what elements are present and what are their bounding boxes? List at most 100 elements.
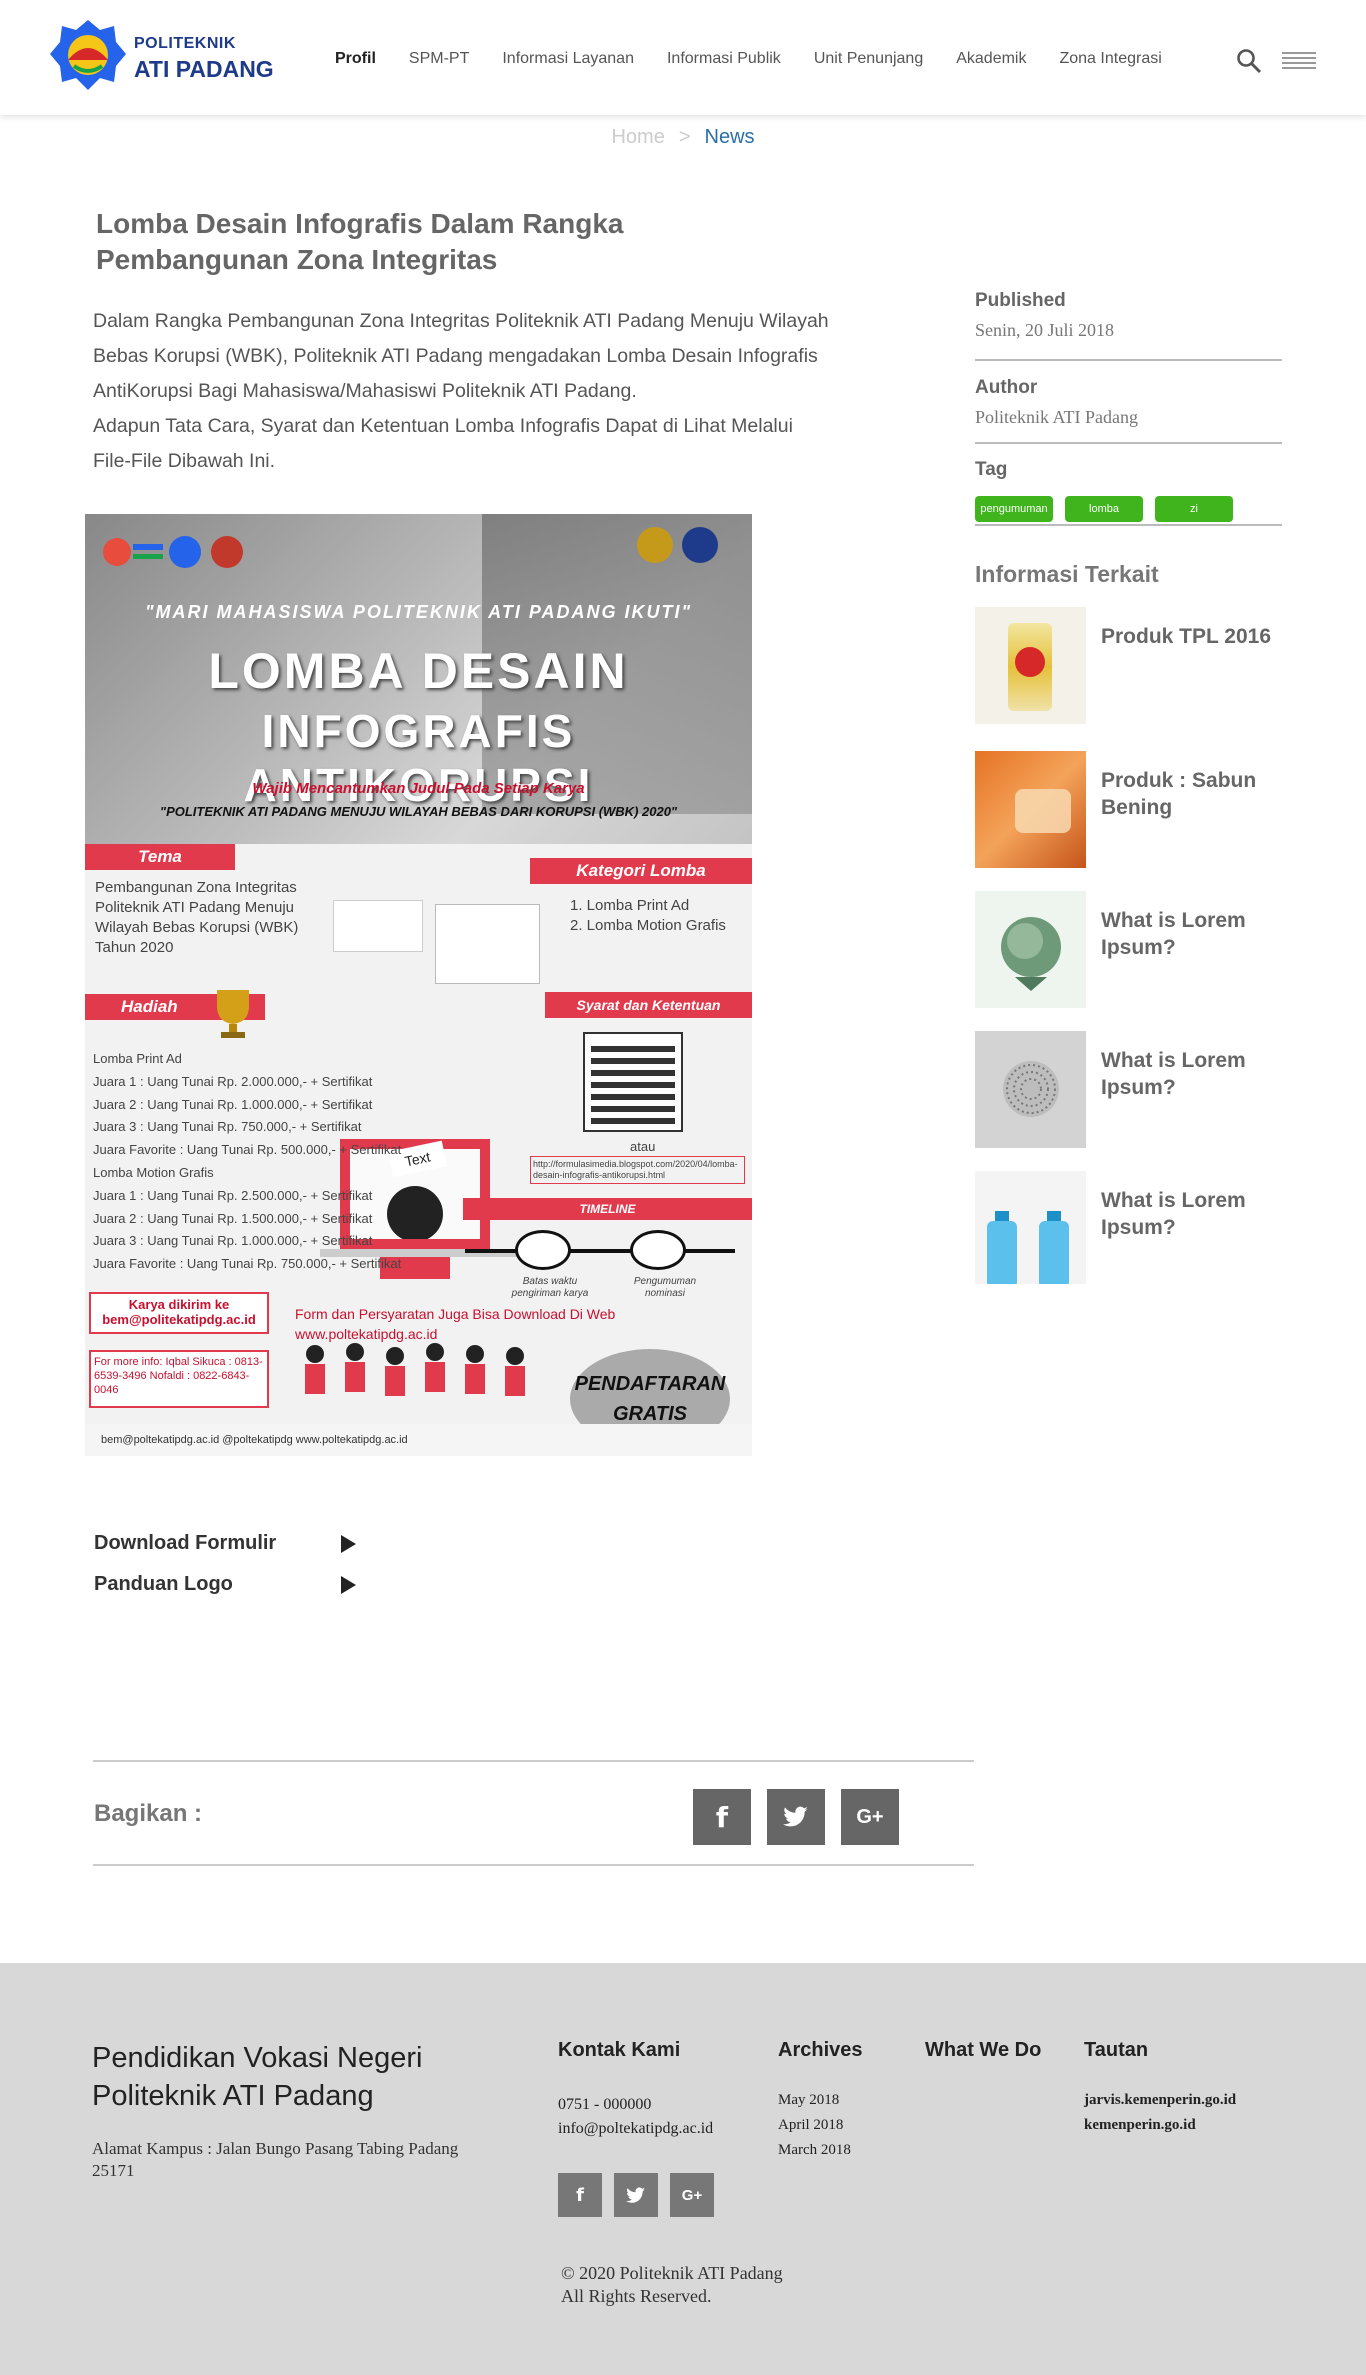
prize-line: Juara 3 : Uang Tunai Rp. 750.000,- + Ser… bbox=[93, 1119, 362, 1135]
logo-text[interactable]: POLITEKNIK ATI PADANG bbox=[134, 36, 274, 81]
facebook-share-button[interactable]: f bbox=[693, 1789, 751, 1845]
footer-facebook-button[interactable]: f bbox=[558, 2173, 602, 2217]
breadcrumb-separator: > bbox=[678, 126, 691, 148]
prize-line: Juara Favorite : Uang Tunai Rp. 750.000,… bbox=[93, 1256, 402, 1272]
timeline-marker bbox=[515, 1230, 571, 1270]
timeline-label-2: Pengumuman nominasi bbox=[633, 1276, 697, 1299]
prize-line: Juara 1 : Uang Tunai Rp. 2.500.000,- + S… bbox=[93, 1187, 373, 1203]
article-paragraph: Adapun Tata Cara, Syarat dan Ketentuan L… bbox=[93, 415, 793, 472]
related-item[interactable]: What is Lorem Ipsum? bbox=[975, 891, 1282, 1008]
related-item[interactable]: Produk TPL 2016 bbox=[975, 607, 1282, 724]
copyright-line2: All Rights Reserved. bbox=[561, 2286, 712, 2306]
related-item[interactable]: What is Lorem Ipsum? bbox=[975, 1171, 1282, 1284]
play-arrow-icon bbox=[341, 1576, 356, 1594]
panduan-logo-link[interactable]: Panduan Logo bbox=[94, 1573, 364, 1596]
prize-line: Juara 2 : Uang Tunai Rp. 1.500.000,- + S… bbox=[93, 1210, 373, 1226]
tag-label: Tag bbox=[975, 459, 1008, 480]
twitter-icon bbox=[783, 1806, 808, 1827]
related-thumb bbox=[975, 1171, 1086, 1284]
cabbage-icon bbox=[1001, 917, 1061, 991]
footer-phone: 0751 - 000000 bbox=[558, 2096, 652, 2113]
poster-link: http://formulasimedia.blogspot.com/2020/… bbox=[530, 1156, 745, 1184]
campus-logos-icon bbox=[637, 527, 718, 563]
site-footer: Pendidikan Vokasi Negeri Politeknik ATI … bbox=[0, 1963, 1366, 2375]
poster-syarat-ribbon: Syarat dan Ketentuan bbox=[545, 992, 752, 1018]
logo-icon[interactable] bbox=[48, 18, 128, 92]
play-arrow-icon bbox=[341, 1535, 356, 1553]
related-title: What is Lorem Ipsum? bbox=[1101, 1189, 1246, 1239]
nav-informasi-layanan[interactable]: Informasi Layanan bbox=[502, 50, 634, 68]
nav-profil[interactable]: Profil bbox=[335, 50, 376, 68]
nav-unit-penunjang[interactable]: Unit Penunjang bbox=[814, 50, 923, 68]
site-header: POLITEKNIK ATI PADANG Profil SPM-PT Info… bbox=[0, 0, 1366, 115]
footer-google-plus-button[interactable]: G+ bbox=[670, 2173, 714, 2217]
timeline-label-1: Batas waktu pengiriman karya bbox=[511, 1276, 589, 1299]
nav-zona-integrasi[interactable]: Zona Integrasi bbox=[1059, 50, 1161, 68]
google-plus-icon: G+ bbox=[856, 1805, 884, 1828]
related-heading: Informasi Terkait bbox=[975, 561, 1159, 587]
logo-line1: POLITEKNIK bbox=[134, 35, 236, 52]
prize-line: Juara Favorite : Uang Tunai Rp. 500.000,… bbox=[93, 1142, 402, 1158]
prize-line: Lomba Motion Grafis bbox=[93, 1164, 214, 1180]
related-thumb bbox=[975, 1031, 1086, 1148]
related-item[interactable]: What is Lorem Ipsum? bbox=[975, 1031, 1282, 1148]
footer-email[interactable]: info@poltekatipdg.ac.id bbox=[558, 2120, 713, 2138]
poster-footer-strip: bem@poltekatipdg.ac.id @poltekatipdg www… bbox=[85, 1424, 752, 1456]
poster-tema-text: Pembangunan Zona Integritas Politeknik A… bbox=[95, 879, 299, 956]
prize-line: Lomba Print Ad bbox=[93, 1051, 182, 1066]
tag-lomba[interactable]: lomba bbox=[1065, 496, 1143, 522]
related-title: Produk TPL 2016 bbox=[1101, 625, 1272, 648]
poster-tema-ribbon: Tema bbox=[85, 844, 235, 870]
poster-image: "MARI MAHASISWA POLITEKNIK ATI PADANG IK… bbox=[85, 514, 752, 1456]
article-paragraph: Dalam Rangka Pembangunan Zona Integritas… bbox=[93, 310, 829, 402]
archive-link[interactable]: March 2018 bbox=[778, 2142, 851, 2159]
poster-title-line1: LOMBA DESAIN bbox=[208, 643, 629, 699]
trophy-icon bbox=[217, 990, 249, 1038]
footer-link[interactable]: jarvis.kemenperin.go.id bbox=[1084, 2092, 1236, 2109]
tag-pengumuman[interactable]: pengumuman bbox=[975, 496, 1053, 522]
nav-informasi-publik[interactable]: Informasi Publik bbox=[667, 50, 781, 68]
poster-kategori-2: 2. Lomba Motion Grafis bbox=[570, 917, 726, 934]
google-plus-share-button[interactable]: G+ bbox=[841, 1789, 899, 1845]
poster-subtitle: "POLITEKNIK ATI PADANG MENUJU WILAYAH BE… bbox=[159, 804, 678, 819]
footer-archives-heading: Archives bbox=[778, 2039, 863, 2061]
author-label: Author bbox=[975, 377, 1038, 398]
timeline-marker bbox=[630, 1230, 686, 1270]
twitter-share-button[interactable]: t bbox=[767, 1789, 825, 1845]
related-title: What is Lorem Ipsum? bbox=[1101, 1049, 1246, 1099]
breadcrumb-home[interactable]: Home bbox=[611, 126, 664, 148]
people-illustration-icon bbox=[305, 1343, 525, 1396]
download-label: Panduan Logo bbox=[94, 1573, 233, 1595]
footer-tautan-heading: Tautan bbox=[1084, 2039, 1149, 2061]
article-title: Lomba Desain Infografis Dalam Rangka Pem… bbox=[96, 208, 624, 275]
facebook-icon: f bbox=[576, 2184, 584, 2206]
poster-footer-text: bem@poltekatipdg.ac.id @poltekatipdg www… bbox=[101, 1434, 408, 1446]
tag-zi[interactable]: zi bbox=[1155, 496, 1233, 522]
related-title: Produk : Sabun Bening bbox=[1101, 769, 1257, 819]
search-icon[interactable] bbox=[1236, 48, 1262, 74]
footer-link[interactable]: kemenperin.go.id bbox=[1084, 2117, 1196, 2134]
facebook-icon: f bbox=[715, 1800, 729, 1834]
archive-link[interactable]: April 2018 bbox=[778, 2117, 843, 2134]
footer-heading: Pendidikan Vokasi Negeri Politeknik ATI … bbox=[92, 2042, 423, 2112]
archive-link[interactable]: May 2018 bbox=[778, 2092, 839, 2109]
related-item[interactable]: Produk : Sabun Bening bbox=[975, 751, 1282, 868]
divider bbox=[975, 442, 1282, 444]
google-plus-icon: G+ bbox=[681, 2186, 703, 2204]
published-value: Senin, 20 Juli 2018 bbox=[975, 320, 1115, 340]
hamburger-icon[interactable] bbox=[1282, 52, 1316, 69]
breadcrumb: Home > News bbox=[0, 126, 1366, 149]
poster-prizes: Lomba Print Ad Juara 1 : Uang Tunai Rp. … bbox=[93, 1048, 402, 1276]
author-value: Politeknik ATI Padang bbox=[975, 407, 1138, 427]
speaker-grille-icon bbox=[1003, 1061, 1059, 1117]
nav-akademik[interactable]: Akademik bbox=[956, 50, 1026, 68]
bottles-icon bbox=[987, 1211, 1069, 1284]
footer-address: Alamat Kampus : Jalan Bungo Pasang Tabin… bbox=[92, 2139, 459, 2180]
related-thumb bbox=[975, 751, 1086, 868]
nav-spm-pt[interactable]: SPM-PT bbox=[409, 50, 469, 68]
poster-kategori-1: 1. Lomba Print Ad bbox=[570, 897, 690, 914]
footer-twitter-button[interactable] bbox=[614, 2173, 658, 2217]
download-formulir-link[interactable]: Download Formulir bbox=[94, 1532, 364, 1555]
logo-line2: ATI PADANG bbox=[134, 56, 274, 82]
poster-contact: For more info: Iqbal Sikuca : 0813-6539-… bbox=[89, 1350, 269, 1408]
